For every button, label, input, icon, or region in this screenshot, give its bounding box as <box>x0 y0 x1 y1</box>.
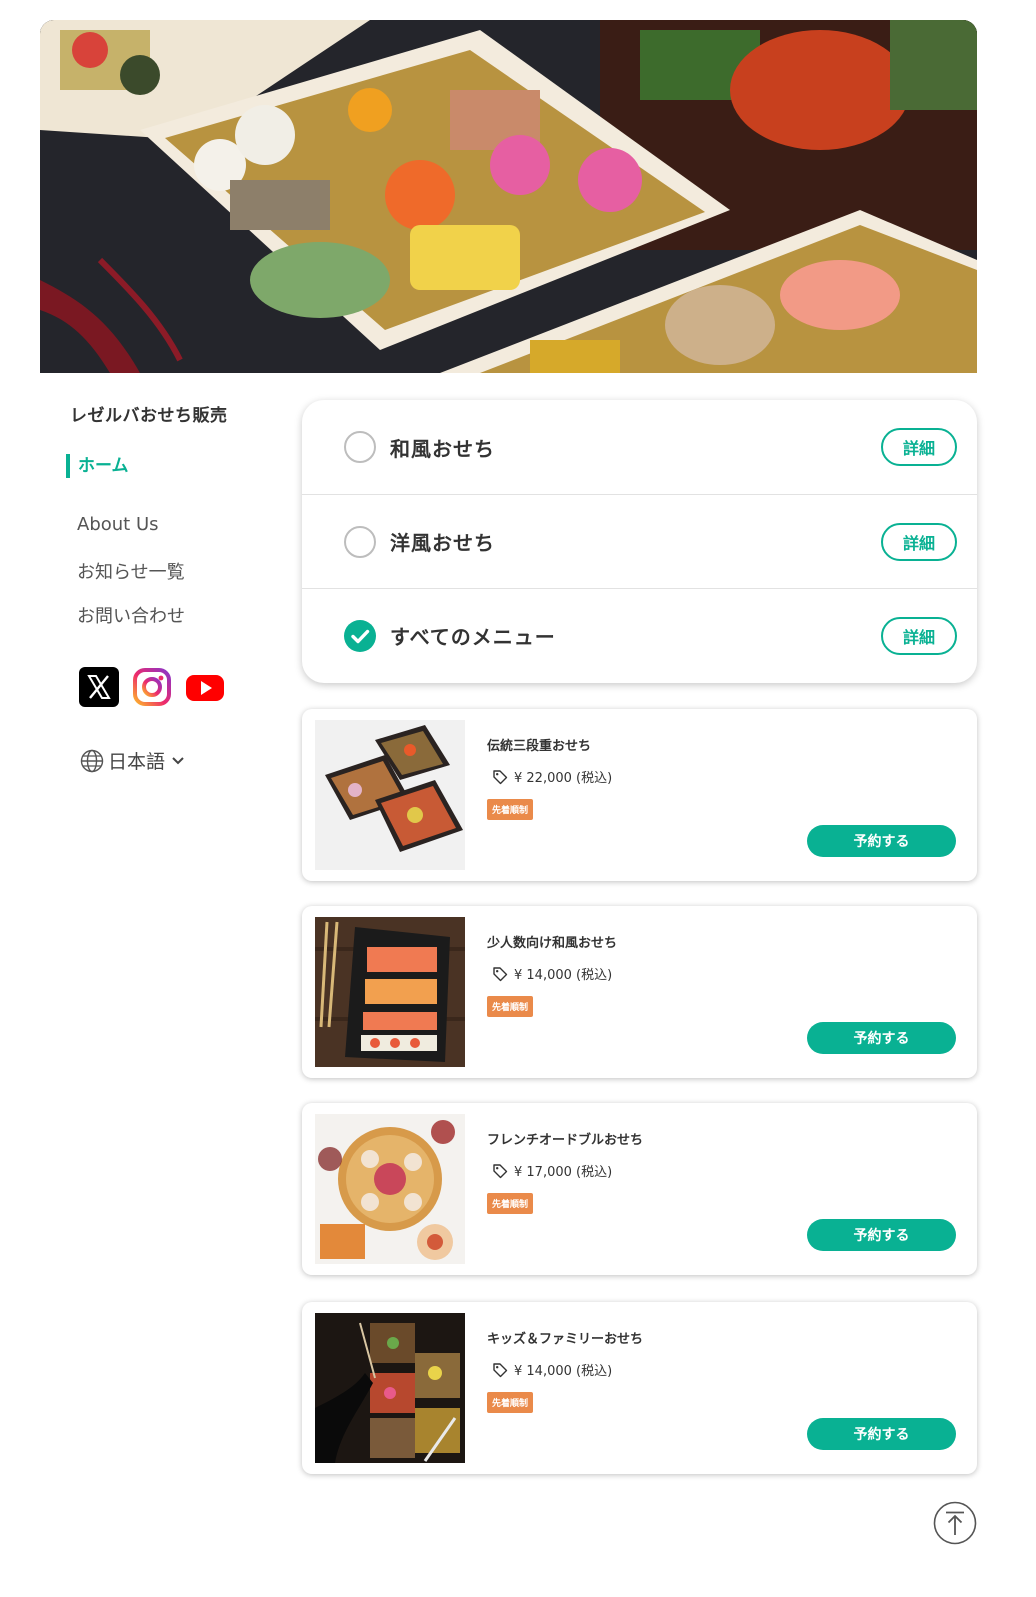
product-image[interactable] <box>315 1313 465 1463</box>
product-price: ¥ 17,000 (税込) <box>492 1161 612 1180</box>
reserve-button[interactable]: 予約する <box>807 1022 956 1054</box>
status-badge: 先着順制 <box>487 1193 534 1214</box>
detail-button[interactable]: 詳細 <box>881 522 957 561</box>
product-price: ¥ 14,000 (税込) <box>492 1360 612 1379</box>
reserve-button[interactable]: 予約する <box>807 1219 956 1251</box>
nav-item-home[interactable]: ホーム <box>66 454 129 478</box>
nav-item-news[interactable]: お知らせ一覧 <box>77 558 185 584</box>
category-row-western[interactable]: 洋風おせち 詳細 <box>302 494 977 588</box>
price-tag-icon <box>493 966 508 981</box>
product-name[interactable]: 伝統三段重おせち <box>487 735 591 754</box>
hero-banner-image <box>40 20 977 373</box>
product-card[interactable]: 伝統三段重おせち ¥ 22,000 (税込) 先着順制 予約する <box>302 709 977 881</box>
detail-button[interactable]: 詳細 <box>881 428 957 466</box>
product-name[interactable]: 少人数向け和風おせち <box>487 932 617 951</box>
category-label: 和風おせち <box>390 436 495 461</box>
radio-unchecked[interactable] <box>344 431 376 463</box>
radio-unchecked[interactable] <box>344 525 376 558</box>
status-badge: 先着順制 <box>487 799 534 820</box>
youtube-icon[interactable] <box>185 667 225 707</box>
product-name[interactable]: フレンチオードブルおせち <box>487 1129 643 1148</box>
price-tag-icon <box>493 1362 508 1377</box>
price-text: ¥ 14,000 (税込) <box>514 968 613 983</box>
category-row-japanese[interactable]: 和風おせち 詳細 <box>302 400 977 494</box>
back-to-top-button[interactable] <box>933 1501 977 1545</box>
category-label: 洋風おせち <box>390 531 495 555</box>
product-card[interactable]: キッズ＆ファミリーおせち ¥ 14,000 (税込) 先着順制 予約する <box>302 1302 977 1474</box>
instagram-icon[interactable] <box>132 667 172 707</box>
x-icon[interactable] <box>79 667 119 707</box>
chevron-down-icon <box>172 756 184 764</box>
category-label: すべてのメニュー <box>390 625 556 649</box>
arrow-up-icon <box>933 1501 977 1545</box>
product-image[interactable] <box>315 720 465 870</box>
price-text: ¥ 22,000 (税込) <box>514 771 613 786</box>
nav-item-about-us[interactable]: About Us <box>77 514 159 535</box>
price-text: ¥ 14,000 (税込) <box>514 1364 613 1379</box>
reserve-button[interactable]: 予約する <box>807 1418 956 1450</box>
product-card[interactable]: フレンチオードブルおせち ¥ 17,000 (税込) 先着順制 予約する <box>302 1103 977 1275</box>
product-price: ¥ 14,000 (税込) <box>492 964 612 983</box>
reserve-button[interactable]: 予約する <box>807 825 956 857</box>
check-icon <box>351 629 370 643</box>
shop-name[interactable]: レゼルバおせち販売 <box>70 401 228 426</box>
status-badge: 先着順制 <box>487 1392 534 1413</box>
product-image[interactable] <box>315 917 465 1067</box>
product-name[interactable]: キッズ＆ファミリーおせち <box>487 1328 643 1347</box>
price-tag-icon <box>493 769 508 784</box>
product-image[interactable] <box>315 1114 465 1264</box>
language-label: 日本語 <box>108 751 166 773</box>
product-price: ¥ 22,000 (税込) <box>492 767 612 786</box>
product-card[interactable]: 少人数向け和風おせち ¥ 14,000 (税込) 先着順制 予約する <box>302 906 977 1078</box>
category-card: 和風おせち 詳細 洋風おせち 詳細 すべてのメニュー 詳細 <box>302 400 977 683</box>
price-text: ¥ 17,000 (税込) <box>514 1165 613 1180</box>
status-badge: 先着順制 <box>487 996 534 1017</box>
category-row-all[interactable]: すべてのメニュー 詳細 <box>302 588 977 682</box>
nav-item-contact[interactable]: お問い合わせ <box>77 602 185 628</box>
radio-checked[interactable] <box>344 619 376 652</box>
language-selector[interactable]: 日本語 <box>80 747 187 774</box>
globe-icon <box>80 749 104 772</box>
price-tag-icon <box>493 1163 508 1178</box>
detail-button[interactable]: 詳細 <box>881 616 957 655</box>
